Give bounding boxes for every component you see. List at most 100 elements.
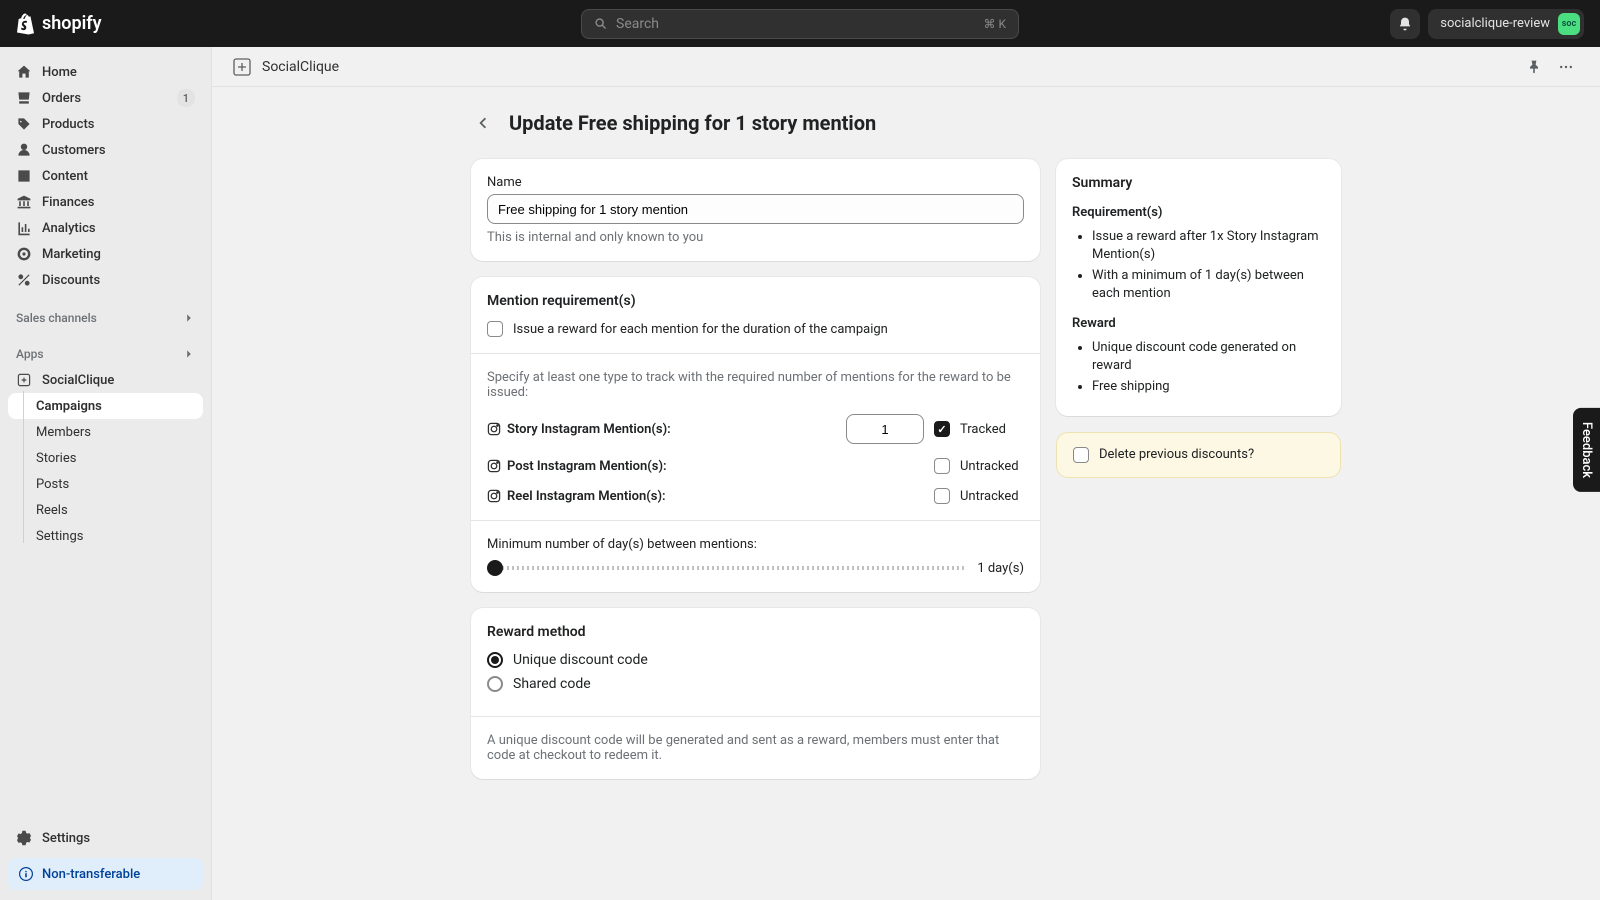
sidebar-item-label: Finances xyxy=(42,195,94,210)
issue-each-label: Issue a reward for each mention for the … xyxy=(513,322,888,337)
radio-label: Shared code xyxy=(513,676,591,692)
reel-tracked-checkbox[interactable] xyxy=(934,488,950,504)
story-tracked-checkbox[interactable] xyxy=(934,421,950,437)
reward-method-title: Reward method xyxy=(487,624,1024,640)
tag-icon xyxy=(16,116,32,132)
page-title: Update Free shipping for 1 story mention xyxy=(509,111,876,135)
feedback-tab[interactable]: Feedback xyxy=(1573,408,1600,492)
app-name: SocialClique xyxy=(262,59,339,75)
arrow-left-icon xyxy=(474,114,492,132)
summary-reward-title: Reward xyxy=(1072,316,1325,331)
sidebar-sub-posts[interactable]: Posts xyxy=(8,471,203,497)
name-help: This is internal and only known to you xyxy=(487,230,1024,245)
sidebar-item-label: Discounts xyxy=(42,273,100,288)
chevron-right-icon xyxy=(183,348,195,360)
min-days-slider[interactable] xyxy=(487,560,965,576)
nontransferable-badge[interactable]: Non-transferable xyxy=(8,858,203,890)
sidebar-item-customers[interactable]: Customers xyxy=(8,137,203,163)
sidebar-item-content[interactable]: Content xyxy=(8,163,203,189)
summary-reward-list: Unique discount code generated on reward… xyxy=(1072,339,1325,396)
bank-icon xyxy=(16,194,32,210)
back-button[interactable] xyxy=(471,111,495,135)
sidebar-item-finances[interactable]: Finances xyxy=(8,189,203,215)
more-button[interactable] xyxy=(1552,53,1580,81)
radio-input[interactable] xyxy=(487,676,503,692)
mention-req-title: Mention requirement(s) xyxy=(487,293,1024,309)
sidebar-sub-stories[interactable]: Stories xyxy=(8,445,203,471)
story-count-input[interactable] xyxy=(846,414,924,444)
sidebar-settings[interactable]: Settings xyxy=(8,824,203,852)
sidebar-item-label: Content xyxy=(42,169,88,184)
sidebar-item-label: Analytics xyxy=(42,221,96,236)
gear-icon xyxy=(16,830,32,846)
sidebar-item-home[interactable]: Home xyxy=(8,59,203,85)
summary-title: Summary xyxy=(1072,175,1325,191)
sidebar-item-products[interactable]: Products xyxy=(8,111,203,137)
logo-text: shopify xyxy=(42,13,102,34)
radio-unique-code[interactable]: Unique discount code xyxy=(487,652,1024,668)
sidebar-sub-reels[interactable]: Reels xyxy=(8,497,203,523)
shopify-logo[interactable]: shopify xyxy=(16,13,102,35)
post-tracked-checkbox[interactable] xyxy=(934,458,950,474)
sidebar-item-marketing[interactable]: Marketing xyxy=(8,241,203,267)
chart-icon xyxy=(16,220,32,236)
name-input[interactable] xyxy=(487,194,1024,224)
app-icon xyxy=(16,372,32,388)
radio-shared-code[interactable]: Shared code xyxy=(487,676,1024,692)
sidebar-sub-campaigns[interactable]: Campaigns xyxy=(8,393,203,419)
search-input[interactable]: Search ⌘ K xyxy=(581,9,1019,39)
page-header: SocialClique xyxy=(212,47,1600,87)
instagram-icon xyxy=(487,422,501,436)
sidebar: Home Orders1 Products Customers Content … xyxy=(0,47,212,900)
inbox-icon xyxy=(16,90,32,106)
radio-input[interactable] xyxy=(487,652,503,668)
sidebar-item-discounts[interactable]: Discounts xyxy=(8,267,203,293)
store-switcher[interactable]: socialclique-review soc xyxy=(1428,9,1584,39)
search-icon xyxy=(594,17,608,31)
mention-row-story: Story Instagram Mention(s): Tracked xyxy=(487,414,1024,444)
list-item: Unique discount code generated on reward xyxy=(1092,339,1325,374)
specify-help: Specify at least one type to track with … xyxy=(487,370,1024,400)
sidebar-item-label: Products xyxy=(42,117,94,132)
target-icon xyxy=(16,246,32,262)
sidebar-app-socialclique[interactable]: SocialClique xyxy=(8,367,203,393)
search-placeholder: Search xyxy=(616,16,659,32)
pin-button[interactable] xyxy=(1520,53,1548,81)
topbar: shopify Search ⌘ K socialclique-review s… xyxy=(0,0,1600,47)
sidebar-item-orders[interactable]: Orders1 xyxy=(8,85,203,111)
section-label: Apps xyxy=(16,347,44,361)
sidebar-item-analytics[interactable]: Analytics xyxy=(8,215,203,241)
sidebar-item-label: Orders xyxy=(42,91,81,106)
name-card: Name This is internal and only known to … xyxy=(471,159,1040,261)
list-item: With a minimum of 1 day(s) between each … xyxy=(1092,267,1325,302)
delete-discounts-card: Delete previous discounts? xyxy=(1056,432,1341,478)
sidebar-sub-settings[interactable]: Settings xyxy=(8,523,203,549)
summary-card: Summary Requirement(s) Issue a reward af… xyxy=(1056,159,1341,416)
dots-icon xyxy=(1558,59,1574,75)
sidebar-sub-members[interactable]: Members xyxy=(8,419,203,445)
post-track-label: Untracked xyxy=(960,459,1024,474)
search-shortcut: ⌘ K xyxy=(983,17,1006,31)
reward-help: A unique discount code will be generated… xyxy=(487,733,1024,763)
reward-method-card: Reward method Unique discount code Share… xyxy=(471,608,1040,779)
avatar: soc xyxy=(1558,13,1580,35)
name-label: Name xyxy=(487,175,1024,190)
reel-track-label: Untracked xyxy=(960,489,1024,504)
instagram-icon xyxy=(487,459,501,473)
slider-thumb[interactable] xyxy=(487,560,503,576)
app-icon xyxy=(232,57,252,77)
delete-discounts-checkbox[interactable] xyxy=(1073,447,1089,463)
notifications-button[interactable] xyxy=(1390,9,1420,39)
sidebar-item-label: Home xyxy=(42,65,77,80)
bell-icon xyxy=(1397,16,1413,32)
radio-label: Unique discount code xyxy=(513,652,648,668)
apps-header[interactable]: Apps xyxy=(8,343,203,365)
main-content: SocialClique Update Free shipping for 1 … xyxy=(212,47,1600,900)
list-item: Free shipping xyxy=(1092,378,1325,396)
issue-each-checkbox[interactable] xyxy=(487,321,503,337)
store-name: socialclique-review xyxy=(1440,16,1550,31)
list-item: Issue a reward after 1x Story Instagram … xyxy=(1092,228,1325,263)
sales-channels-header[interactable]: Sales channels xyxy=(8,307,203,329)
image-icon xyxy=(16,168,32,184)
info-icon xyxy=(18,866,34,882)
